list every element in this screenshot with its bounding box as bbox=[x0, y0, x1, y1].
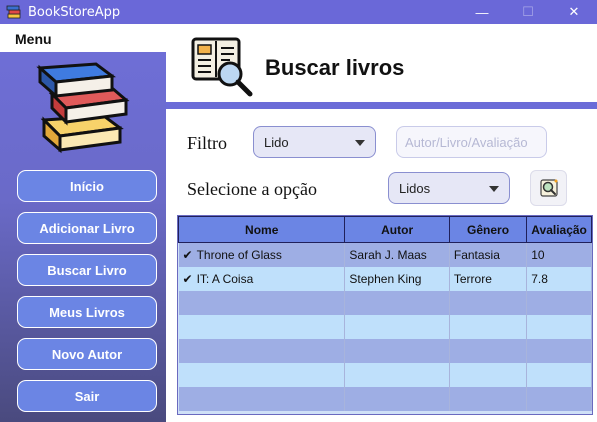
checkmark-icon: ✔ bbox=[182, 271, 193, 286]
header-divider bbox=[166, 102, 597, 109]
maximize-button[interactable]: ☐ bbox=[505, 0, 551, 24]
book-search-icon bbox=[191, 37, 253, 97]
cell-nome-text: Throne of Glass bbox=[196, 247, 282, 262]
table-row[interactable]: ✔ Throne of Glass Sarah J. Maas Fantasia … bbox=[178, 242, 592, 267]
table-header-row: Nome Autor Gênero Avaliação bbox=[178, 216, 592, 243]
window-titlebar: BookStoreApp — ☐ ✕ bbox=[0, 0, 597, 24]
cell-genero: Terrore bbox=[449, 266, 528, 291]
option-select[interactable]: Lidos bbox=[388, 172, 510, 204]
chevron-down-icon bbox=[355, 140, 365, 146]
chevron-down-icon bbox=[489, 186, 499, 192]
table-row-empty bbox=[178, 386, 592, 411]
option-select-value: Lidos bbox=[399, 180, 431, 196]
app-books-icon bbox=[6, 5, 21, 19]
cell-avaliacao: 7.8 bbox=[526, 266, 592, 291]
minimize-button[interactable]: — bbox=[459, 0, 505, 24]
option-label: Selecione a opção bbox=[187, 179, 317, 199]
close-button[interactable]: ✕ bbox=[551, 0, 597, 24]
search-button[interactable] bbox=[530, 170, 567, 206]
window-title: BookStoreApp bbox=[28, 4, 121, 20]
nav-novo-autor-button[interactable]: Novo Autor bbox=[17, 338, 157, 370]
page-title: Buscar livros bbox=[265, 55, 405, 80]
cell-nome-text: IT: A Coisa bbox=[196, 271, 254, 286]
table-row-empty bbox=[178, 314, 592, 339]
search-input[interactable]: Autor/Livro/Avaliação bbox=[396, 126, 547, 158]
sidebar: Início Adicionar Livro Buscar Livro Meus… bbox=[0, 52, 166, 422]
cell-genero: Fantasia bbox=[449, 242, 528, 267]
cell-autor: Stephen King bbox=[344, 266, 450, 291]
filter-label: Filtro bbox=[187, 133, 228, 153]
nav-sair-button[interactable]: Sair bbox=[17, 380, 157, 412]
filter-select-value: Lido bbox=[264, 134, 289, 150]
nav-buscar-livro-button[interactable]: Buscar Livro bbox=[17, 254, 157, 286]
nav-inicio-button[interactable]: Início bbox=[17, 170, 157, 202]
stacked-books-icon bbox=[36, 62, 130, 154]
table-row[interactable]: ✔ IT: A Coisa Stephen King Terrore 7.8 bbox=[178, 266, 592, 291]
table-row-empty bbox=[178, 338, 592, 363]
column-header-avaliacao[interactable]: Avaliação bbox=[526, 216, 592, 243]
cell-avaliacao: 10 bbox=[526, 242, 592, 267]
nav-meus-livros-button[interactable]: Meus Livros bbox=[17, 296, 157, 328]
filter-select[interactable]: Lido bbox=[253, 126, 376, 158]
cell-autor: Sarah J. Maas bbox=[344, 242, 450, 267]
table-row-empty bbox=[178, 362, 592, 387]
menu-label[interactable]: Menu bbox=[15, 31, 52, 47]
cell-nome: ✔ IT: A Coisa bbox=[178, 266, 346, 291]
menu-strip: Menu bbox=[0, 24, 597, 52]
checkmark-icon: ✔ bbox=[182, 247, 193, 262]
column-header-genero[interactable]: Gênero bbox=[448, 216, 528, 243]
magnifier-icon bbox=[539, 179, 558, 197]
table-row-empty bbox=[178, 290, 592, 315]
column-header-nome[interactable]: Nome bbox=[178, 216, 346, 243]
nav-adicionar-livro-button[interactable]: Adicionar Livro bbox=[17, 212, 157, 244]
cell-nome: ✔ Throne of Glass bbox=[178, 242, 346, 267]
column-header-autor[interactable]: Autor bbox=[344, 216, 450, 243]
books-table[interactable]: Nome Autor Gênero Avaliação ✔ Throne of G… bbox=[177, 215, 593, 415]
